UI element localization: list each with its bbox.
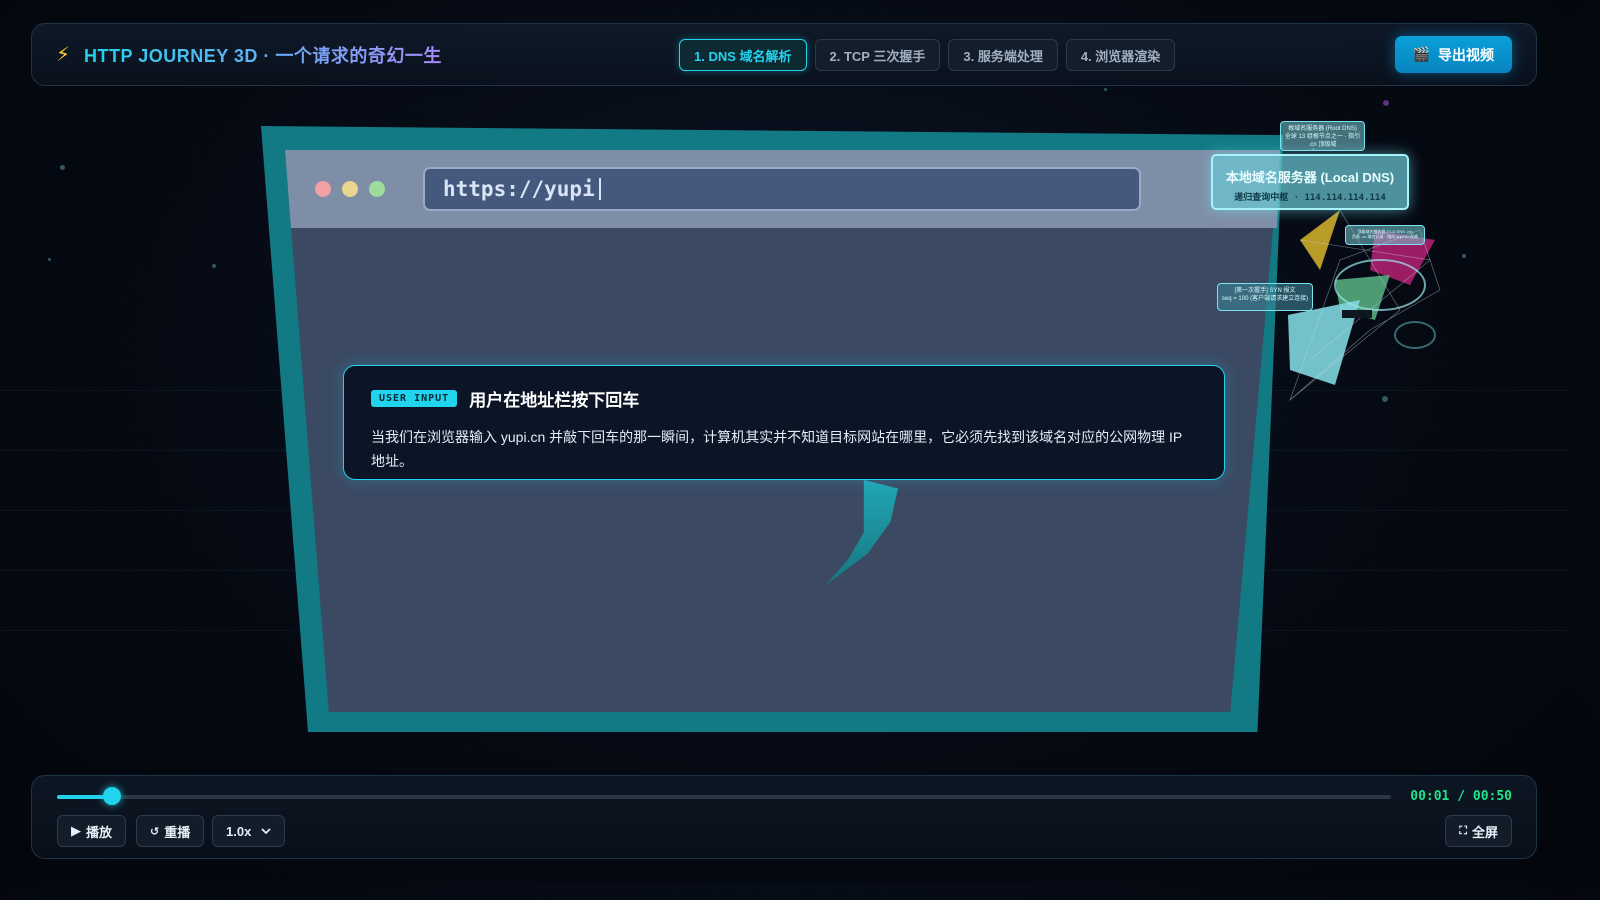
progress-thumb[interactable] xyxy=(102,787,121,805)
brand: ⚡ HTTP JOURNEY 3D · 一个请求的奇幻一生 xyxy=(56,42,442,68)
syn-packet-node: [第一次握手] SYN 报文 seq = 100 (客户端请求建立连接) xyxy=(1217,283,1313,311)
fullscreen-icon: ⛶ xyxy=(1459,824,1467,837)
export-label: 导出视频 xyxy=(1438,46,1494,63)
close-dot-icon xyxy=(315,181,331,197)
speed-select[interactable]: 1.0x xyxy=(212,815,286,847)
progress-track[interactable] xyxy=(57,795,1391,799)
replay-button[interactable]: ↺ 重播 xyxy=(136,815,205,847)
maximize-dot-icon xyxy=(369,181,385,197)
tab-dns[interactable]: 1. DNS 域名解析 xyxy=(679,39,807,71)
lightning-bolt-icon: ⚡ xyxy=(56,44,71,66)
play-label: 播放 xyxy=(86,824,113,840)
chevron-down-icon xyxy=(261,828,271,835)
fullscreen-label: 全屏 xyxy=(1471,824,1498,840)
stage-tabs: 1. DNS 域名解析 2. TCP 三次握手 3. 服务端处理 4. 浏览器渲… xyxy=(679,39,1176,71)
fullscreen-button[interactable]: ⛶ 全屏 xyxy=(1445,815,1512,847)
card-header: USER INPUT 用户在地址栏按下回车 xyxy=(371,386,1197,411)
replay-icon: ↺ xyxy=(150,825,160,838)
replay-label: 重播 xyxy=(164,824,191,840)
speed-value: 1.0x xyxy=(226,823,252,839)
tld-dns-node: 顶级域名服务器 (TLD DNS .cn) 负责 .cn 域名记录 · 指向 y… xyxy=(1345,225,1425,245)
tab-tcp[interactable]: 2. TCP 三次握手 xyxy=(814,39,941,71)
play-button[interactable]: ▶ 播放 xyxy=(57,815,127,847)
step-info-card: USER INPUT 用户在地址栏按下回车 当我们在浏览器输入 yupi.cn … xyxy=(343,365,1225,480)
root-dns-node: 根域名服务器 (Root DNS) 全球 13 组根节点之一 · 指引 .cn … xyxy=(1280,121,1365,151)
tab-server[interactable]: 3. 服务端处理 xyxy=(948,39,1058,71)
dark-bar xyxy=(1342,310,1372,318)
tab-render[interactable]: 4. 浏览器渲染 xyxy=(1065,39,1176,71)
user-input-badge: USER INPUT xyxy=(371,390,458,407)
top-header: ⚡ HTTP JOURNEY 3D · 一个请求的奇幻一生 1. DNS 域名解… xyxy=(31,23,1537,86)
yellow-shard xyxy=(1300,210,1340,270)
time-readout: 00:01 / 00:50 xyxy=(1410,789,1512,804)
playback-controls: 00:01 / 00:50 ▶ 播放 ↺ 重播 1.0x ⛶ 全屏 xyxy=(31,775,1537,859)
orbit-ring-small xyxy=(1394,321,1436,349)
export-video-button[interactable]: 🎬 导出视频 xyxy=(1394,36,1512,73)
play-icon: ▶ xyxy=(71,823,81,838)
local-dns-node: 本地域名服务器 (Local DNS) 递归查询中枢 · 114.114.114… xyxy=(1211,154,1409,210)
url-text: https://yupi xyxy=(443,177,595,201)
app-title: HTTP JOURNEY 3D · 一个请求的奇幻一生 xyxy=(84,42,442,68)
card-title: 用户在地址栏按下回车 xyxy=(469,391,640,410)
minimize-dot-icon xyxy=(342,181,358,197)
address-bar[interactable]: https://yupi xyxy=(423,167,1141,211)
card-description: 当我们在浏览器输入 yupi.cn 并敲下回车的那一瞬间，计算机其实并不知道目标… xyxy=(371,429,1182,469)
text-caret xyxy=(598,178,601,200)
clapperboard-icon: 🎬 xyxy=(1412,46,1430,62)
